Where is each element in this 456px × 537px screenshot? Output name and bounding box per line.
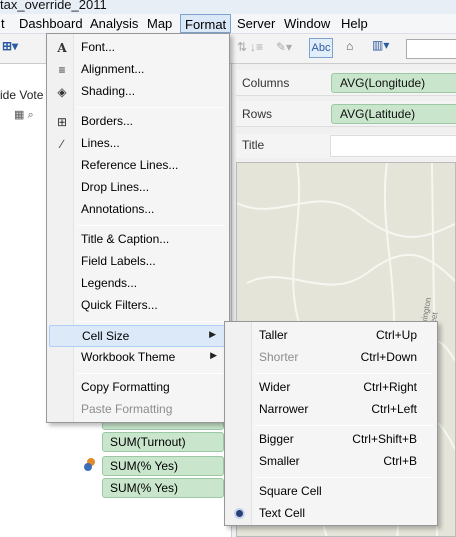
columns-label: Columns [242,76,290,90]
menu-separator [77,107,225,108]
columns-shelf: Columns AVG(Longitude) [236,70,456,96]
alignment-icon: ≡ [58,63,66,77]
rows-pill[interactable]: AVG(Latitude) [331,104,456,124]
menu-item-reference-lines[interactable]: Reference Lines... [49,155,227,177]
cell-size-submenu: Taller Ctrl+Up Shorter Ctrl+Down Wider C… [224,321,438,526]
menu-window[interactable]: Window [280,14,334,34]
menu-item-wider[interactable]: Wider Ctrl+Right [227,377,435,399]
rows-label: Rows [242,107,273,121]
menubar: t Dashboard Analysis Map Format Server W… [0,14,456,34]
menu-separator [255,373,433,374]
font-icon: A [57,41,67,55]
columns-pill[interactable]: AVG(Longitude) [331,73,456,93]
selected-radio-icon [236,510,243,517]
menu-item-shading[interactable]: ◈ Shading... [49,81,227,103]
marks-pill-yes-2[interactable]: SUM(% Yes) [102,478,224,498]
menu-separator [77,321,225,322]
menu-format[interactable]: Format [180,14,232,33]
menu-item-lines[interactable]: ∕ Lines... [49,133,227,155]
menu-item-title-caption[interactable]: Title & Caption... [49,229,227,251]
menu-item-bigger[interactable]: Bigger Ctrl+Shift+B [227,429,435,451]
toolbar-search-input[interactable] [406,39,456,59]
window-titlebar: tax_override_2011 [0,0,456,14]
highlight-icon[interactable]: ✎▾ [276,40,292,54]
menu-item-quick-filters[interactable]: Quick Filters... [49,295,227,317]
sort-desc-icon[interactable]: ↓≡ [250,40,263,54]
color-mark-icon [84,458,95,471]
menu-item-taller[interactable]: Taller Ctrl+Up [227,325,435,347]
sort-icon[interactable]: ⇅ [237,40,247,54]
menu-item-smaller[interactable]: Smaller Ctrl+B [227,451,435,473]
menu-separator [255,477,433,478]
menu-item-alignment[interactable]: ≡ Alignment... [49,59,227,81]
sheet-name-partial: ide Vote [0,88,44,102]
lines-icon: ∕ [60,137,63,151]
menu-partial[interactable]: t [0,14,9,34]
menu-server[interactable]: Server [233,14,279,34]
menu-item-shorter: Shorter Ctrl+Down [259,350,417,364]
menu-item-drop-lines[interactable]: Drop Lines... [49,177,227,199]
menu-separator [77,373,225,374]
menu-item-square-cell[interactable]: Square Cell [227,481,435,503]
menu-help[interactable]: Help [337,14,372,34]
show-me-icon[interactable]: ▥▾ [372,38,389,52]
marks-pill-yes-1[interactable]: SUM(% Yes) [102,456,224,476]
presentation-icon[interactable]: ⌂ [346,39,353,53]
menu-item-cell-size[interactable]: Cell Size ▶ [49,325,227,347]
menu-analysis[interactable]: Analysis [86,14,142,34]
menu-item-workbook-theme[interactable]: Workbook Theme ▶ [49,347,227,369]
title-bar: Title [236,134,456,158]
menu-separator [77,225,225,226]
menu-item-narrower[interactable]: Narrower Ctrl+Left [227,399,435,421]
marks-pill-turnout[interactable]: SUM(Turnout) [102,432,224,452]
menu-map[interactable]: Map [143,14,176,34]
format-menu: A Font... ≡ Alignment... ◈ Shading... ⊞ … [46,33,230,423]
menu-item-font[interactable]: A Font... [49,37,227,59]
menu-item-borders[interactable]: ⊞ Borders... [49,111,227,133]
new-datasource-icon[interactable]: ⊞▾ [2,39,18,53]
shading-icon: ◈ [57,85,67,99]
menu-item-text-cell[interactable]: Text Cell [227,503,435,525]
menu-separator [255,425,433,426]
menu-dashboard[interactable]: Dashboard [15,14,87,34]
menu-item-field-labels[interactable]: Field Labels... [49,251,227,273]
title-label: Title [242,138,265,152]
menu-item-paste-formatting: Paste Formatting [81,402,173,416]
labels-toggle-button[interactable]: Abc [309,38,333,58]
menu-item-annotations[interactable]: Annotations... [49,199,227,221]
submenu-arrow-icon: ▶ [210,350,217,360]
title-field[interactable] [330,135,456,157]
menu-item-legends[interactable]: Legends... [49,273,227,295]
submenu-arrow-icon: ▶ [209,329,216,339]
window-title: tax_override_2011 [0,0,107,12]
rows-shelf: Rows AVG(Latitude) [236,101,456,127]
data-pane-view-icon[interactable]: ▦ ⌕ [14,108,34,122]
borders-icon: ⊞ [56,115,68,129]
menu-item-copy-formatting[interactable]: Copy Formatting [49,377,227,399]
